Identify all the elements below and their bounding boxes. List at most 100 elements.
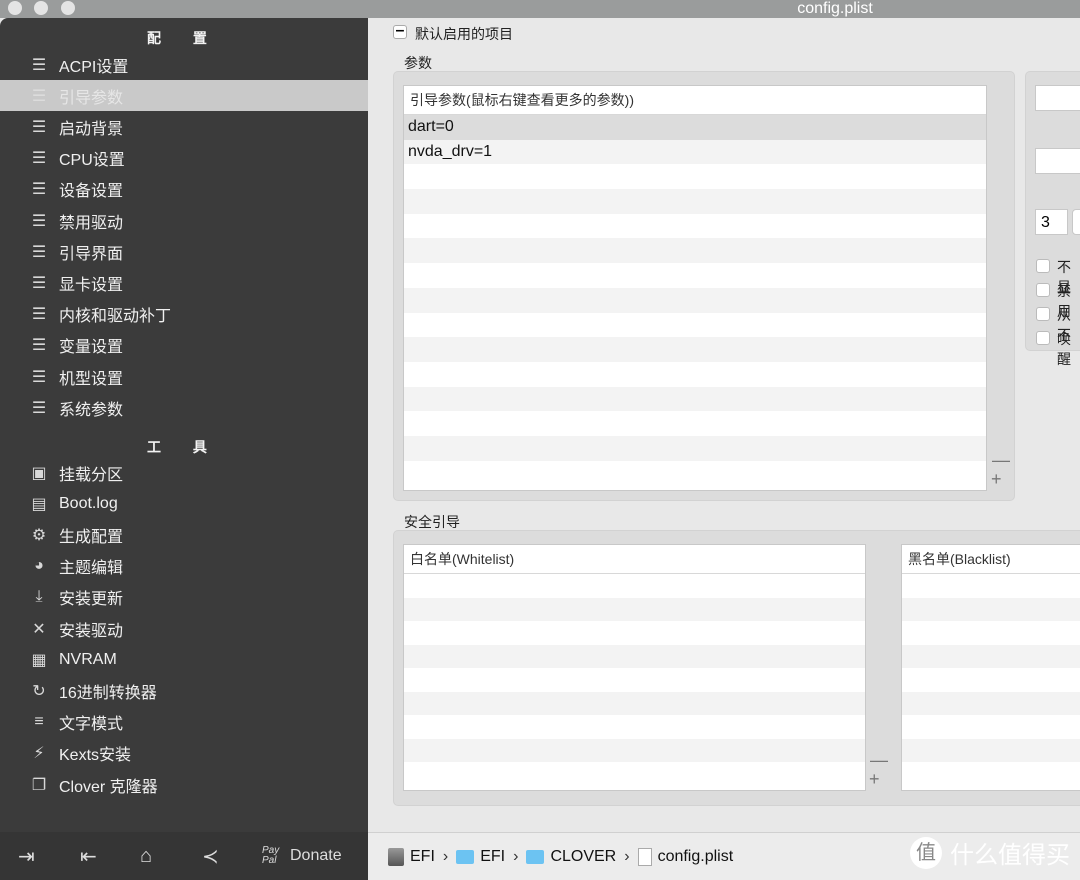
list-icon: ☰ (31, 87, 47, 105)
chip-icon: ▦ (31, 651, 47, 669)
timeout-stepper[interactable] (1072, 209, 1080, 235)
home-icon[interactable]: ⌂ (140, 845, 152, 868)
table-row[interactable] (902, 762, 1080, 786)
table-row[interactable] (404, 644, 865, 668)
list-icon: ☰ (31, 150, 47, 168)
remove-arg-button[interactable]: — (992, 450, 1010, 471)
sidebar-item[interactable]: ☰ 禁用驱动 (0, 205, 368, 236)
disk-icon (388, 847, 404, 866)
table-row[interactable] (902, 621, 1080, 645)
share-icon[interactable]: ≺ (202, 844, 219, 869)
sidebar-item[interactable]: ☰ 引导参数 (0, 80, 368, 112)
table-row[interactable] (902, 691, 1080, 715)
default-items-toggle[interactable]: – (393, 23, 407, 39)
table-row[interactable]: dart=0 (404, 115, 986, 140)
sidebar-item[interactable]: ☰ 显卡设置 (0, 267, 368, 298)
minimize-button[interactable] (34, 1, 48, 15)
blacklist-header: 黑名单(Blacklist) (902, 545, 1080, 574)
sidebar-item[interactable]: ☰ 系统参数 (0, 392, 368, 423)
sidebar-item[interactable]: ⤓ 安装更新 (0, 582, 368, 613)
path-item-efi-folder[interactable]: EFI (456, 848, 505, 866)
sidebar-item[interactable]: ≡ 文字模式 (0, 707, 368, 738)
table-row[interactable] (404, 621, 865, 645)
add-whitelist-button[interactable]: + (869, 769, 880, 790)
table-row[interactable] (404, 263, 986, 288)
table-row[interactable] (404, 238, 986, 264)
table-row[interactable] (404, 287, 986, 313)
table-row[interactable]: nvda_drv=1 (404, 139, 986, 165)
list-icon: ☰ (31, 274, 47, 292)
path-item-efi-volume[interactable]: EFI (388, 847, 435, 866)
sidebar-item-label: 生成配置 (59, 528, 124, 546)
table-row[interactable] (404, 715, 865, 739)
sidebar-item-label: 启动背景 (59, 120, 124, 138)
sidebar-item[interactable]: ☰ 引导界面 (0, 236, 368, 267)
table-row[interactable] (404, 762, 865, 786)
sidebar-item-label: 文字模式 (59, 716, 124, 734)
sidebar-item-label: Boot.log (59, 494, 118, 512)
option-field-2[interactable] (1035, 148, 1080, 174)
sidebar-item[interactable]: ▦ NVRAM (0, 644, 368, 675)
boot-args-table[interactable]: 引导参数(鼠标右键查看更多的参数)) dart=0 nvda_drv=1 (403, 85, 987, 491)
path-label: CLOVER (550, 847, 617, 865)
table-row[interactable] (404, 386, 986, 412)
table-row[interactable] (404, 435, 986, 461)
sidebar-item[interactable]: ⚙ 生成配置 (0, 519, 368, 550)
table-row[interactable] (404, 411, 986, 436)
path-label: config.plist (657, 847, 734, 865)
table-row[interactable] (404, 738, 865, 762)
option-field-1[interactable] (1035, 85, 1080, 111)
table-row[interactable] (404, 597, 865, 621)
option-checkbox[interactable] (1036, 307, 1050, 321)
add-arg-button[interactable]: + (991, 469, 1002, 490)
timeout-field[interactable]: 3 (1035, 209, 1068, 235)
option-checkbox[interactable] (1036, 331, 1050, 345)
donate-button[interactable]: Donate (290, 847, 342, 865)
whitelist-table[interactable]: 白名单(Whitelist) (403, 544, 866, 791)
list-icon: ☰ (31, 212, 47, 230)
path-item-config[interactable]: config.plist (637, 847, 734, 866)
table-row[interactable] (404, 362, 986, 387)
plug-icon: ⚡ (33, 745, 45, 763)
sidebar-item[interactable]: ☰ ACPI设置 (0, 49, 368, 80)
sidebar-item[interactable]: ▣ 挂载分区 (0, 457, 368, 488)
sidebar-item[interactable]: ☰ 启动背景 (0, 111, 368, 142)
table-row[interactable] (902, 668, 1080, 692)
sidebar-item-label: 挂载分区 (59, 466, 124, 484)
option-checkbox[interactable] (1036, 283, 1050, 297)
table-row[interactable] (902, 715, 1080, 739)
sidebar-item[interactable]: ☰ 机型设置 (0, 361, 368, 392)
sidebar-item[interactable]: ❐ Clover 克隆器 (0, 769, 368, 800)
close-button[interactable] (8, 1, 22, 15)
remove-whitelist-button[interactable]: — (870, 750, 888, 771)
table-row[interactable] (404, 313, 986, 338)
zoom-button[interactable] (61, 1, 75, 15)
option-checkbox[interactable] (1036, 259, 1050, 273)
sidebar-item[interactable]: ↻ 16进制转换器 (0, 675, 368, 706)
import-icon[interactable]: ⇥ (18, 844, 35, 869)
path-item-clover[interactable]: CLOVER (526, 848, 616, 866)
sidebar-item[interactable]: ⚡ Kexts安装 (0, 738, 368, 769)
sidebar-item[interactable]: ☰ 变量设置 (0, 330, 368, 361)
sidebar-item[interactable]: ☰ 设备设置 (0, 174, 368, 205)
table-row[interactable] (902, 644, 1080, 668)
sidebar-item[interactable]: ☰ CPU设置 (0, 143, 368, 174)
table-row[interactable] (404, 461, 986, 486)
table-row[interactable] (404, 574, 865, 598)
table-row[interactable] (404, 668, 865, 692)
table-row[interactable] (902, 574, 1080, 598)
export-icon[interactable]: ⇤ (80, 844, 97, 869)
sidebar-item[interactable]: ✕ 安装驱动 (0, 613, 368, 644)
sidebar-item[interactable]: ▤ Boot.log (0, 488, 368, 519)
table-row[interactable] (404, 337, 986, 362)
table-row[interactable] (404, 164, 986, 189)
sidebar-item[interactable]: ◕ 主题编辑 (0, 551, 368, 582)
table-row[interactable] (404, 214, 986, 239)
table-row[interactable] (404, 189, 986, 214)
gears-icon: ⚙ (31, 526, 47, 544)
table-row[interactable] (902, 597, 1080, 621)
sidebar-item[interactable]: ☰ 内核和驱动补丁 (0, 299, 368, 330)
table-row[interactable] (404, 691, 865, 715)
table-row[interactable] (902, 738, 1080, 762)
blacklist-table[interactable]: 黑名单(Blacklist) (901, 544, 1080, 791)
